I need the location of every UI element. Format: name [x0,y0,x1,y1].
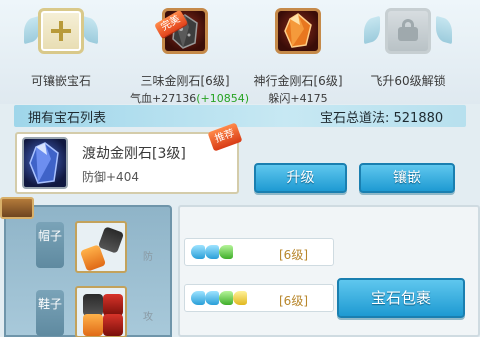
slot-name: 神行金刚石[6级] [253,74,343,88]
gem-slot-frame[interactable] [275,8,321,54]
slot-attr: 躲闪+4175 [268,92,328,105]
gem-slot-empty[interactable]: 可镶嵌宝石 [24,4,98,104]
selected-gem-attr: 防御+404 [82,170,139,184]
owned-gems-title: 拥有宝石列表 [28,111,107,126]
green-chevron-icon [219,245,233,259]
orange-gem-icon [83,314,103,336]
dark-gem-icon [83,294,103,316]
defense-glyph: 防 [143,252,153,263]
equipment-slot-shoes[interactable] [75,286,127,337]
wing-ornament [82,15,98,45]
blue-chevron-icon [205,291,219,305]
selected-gem-name: 渡劫金刚石[3级] [82,146,186,162]
gem-total-power: 宝石总道法: 521880 [320,111,444,126]
slot-name: 飞升60级解锁 [370,74,446,88]
blue-diamond-gem-icon [22,137,68,189]
yellow-chevron-icon [233,291,247,305]
blue-diamond-gem-icon-shape [29,142,59,184]
slot-attr: 气血+27136(+10854) [130,90,249,106]
wing-ornament [364,15,380,45]
attr-bonus: (+10854) [196,92,250,105]
orange-diamond-gem-icon [284,13,312,48]
gem-bag-button[interactable]: 宝石包裹 [337,278,465,318]
attack-glyph: 攻 [143,312,153,323]
equipment-slot-hat[interactable] [75,221,127,273]
slot-name: 三味金刚石[6级] [140,74,230,88]
book-icon [0,197,34,219]
gem-level-text: [6级] [279,294,308,308]
locked-slot-frame [385,8,431,54]
blue-chevron-icon [205,245,219,259]
red-gem-icon [103,294,123,316]
gem-slot-1[interactable]: 完美 三味金刚石[6级] 气血+27136(+10854) [130,4,249,106]
empty-slot-frame[interactable] [38,8,84,54]
gem-level-row[interactable]: [6级] [184,284,334,312]
red-gem-icon [103,314,123,336]
dark-gem-icon [97,226,125,254]
wing-ornament [436,15,452,45]
inlay-button[interactable]: 镶嵌 [359,163,455,193]
equipment-label-shoes: 鞋子 [36,290,64,336]
gem-slot-locked[interactable]: 飞升60级解锁 [358,4,458,104]
upgrade-button[interactable]: 升级 [254,163,347,193]
gem-level-row[interactable]: [6级] [184,238,334,266]
gem-level-text: [6级] [279,248,308,262]
blue-chevron-icon [191,245,205,259]
green-chevron-icon [219,291,233,305]
blue-chevron-icon [191,291,205,305]
equipment-label-hat: 帽子 [36,222,64,268]
gem-slot-2[interactable]: 神行金刚石[6级] 躲闪+4175 [243,4,353,105]
attr-value: 气血+27136 [130,92,197,105]
slot-name: 可镶嵌宝石 [30,74,91,88]
